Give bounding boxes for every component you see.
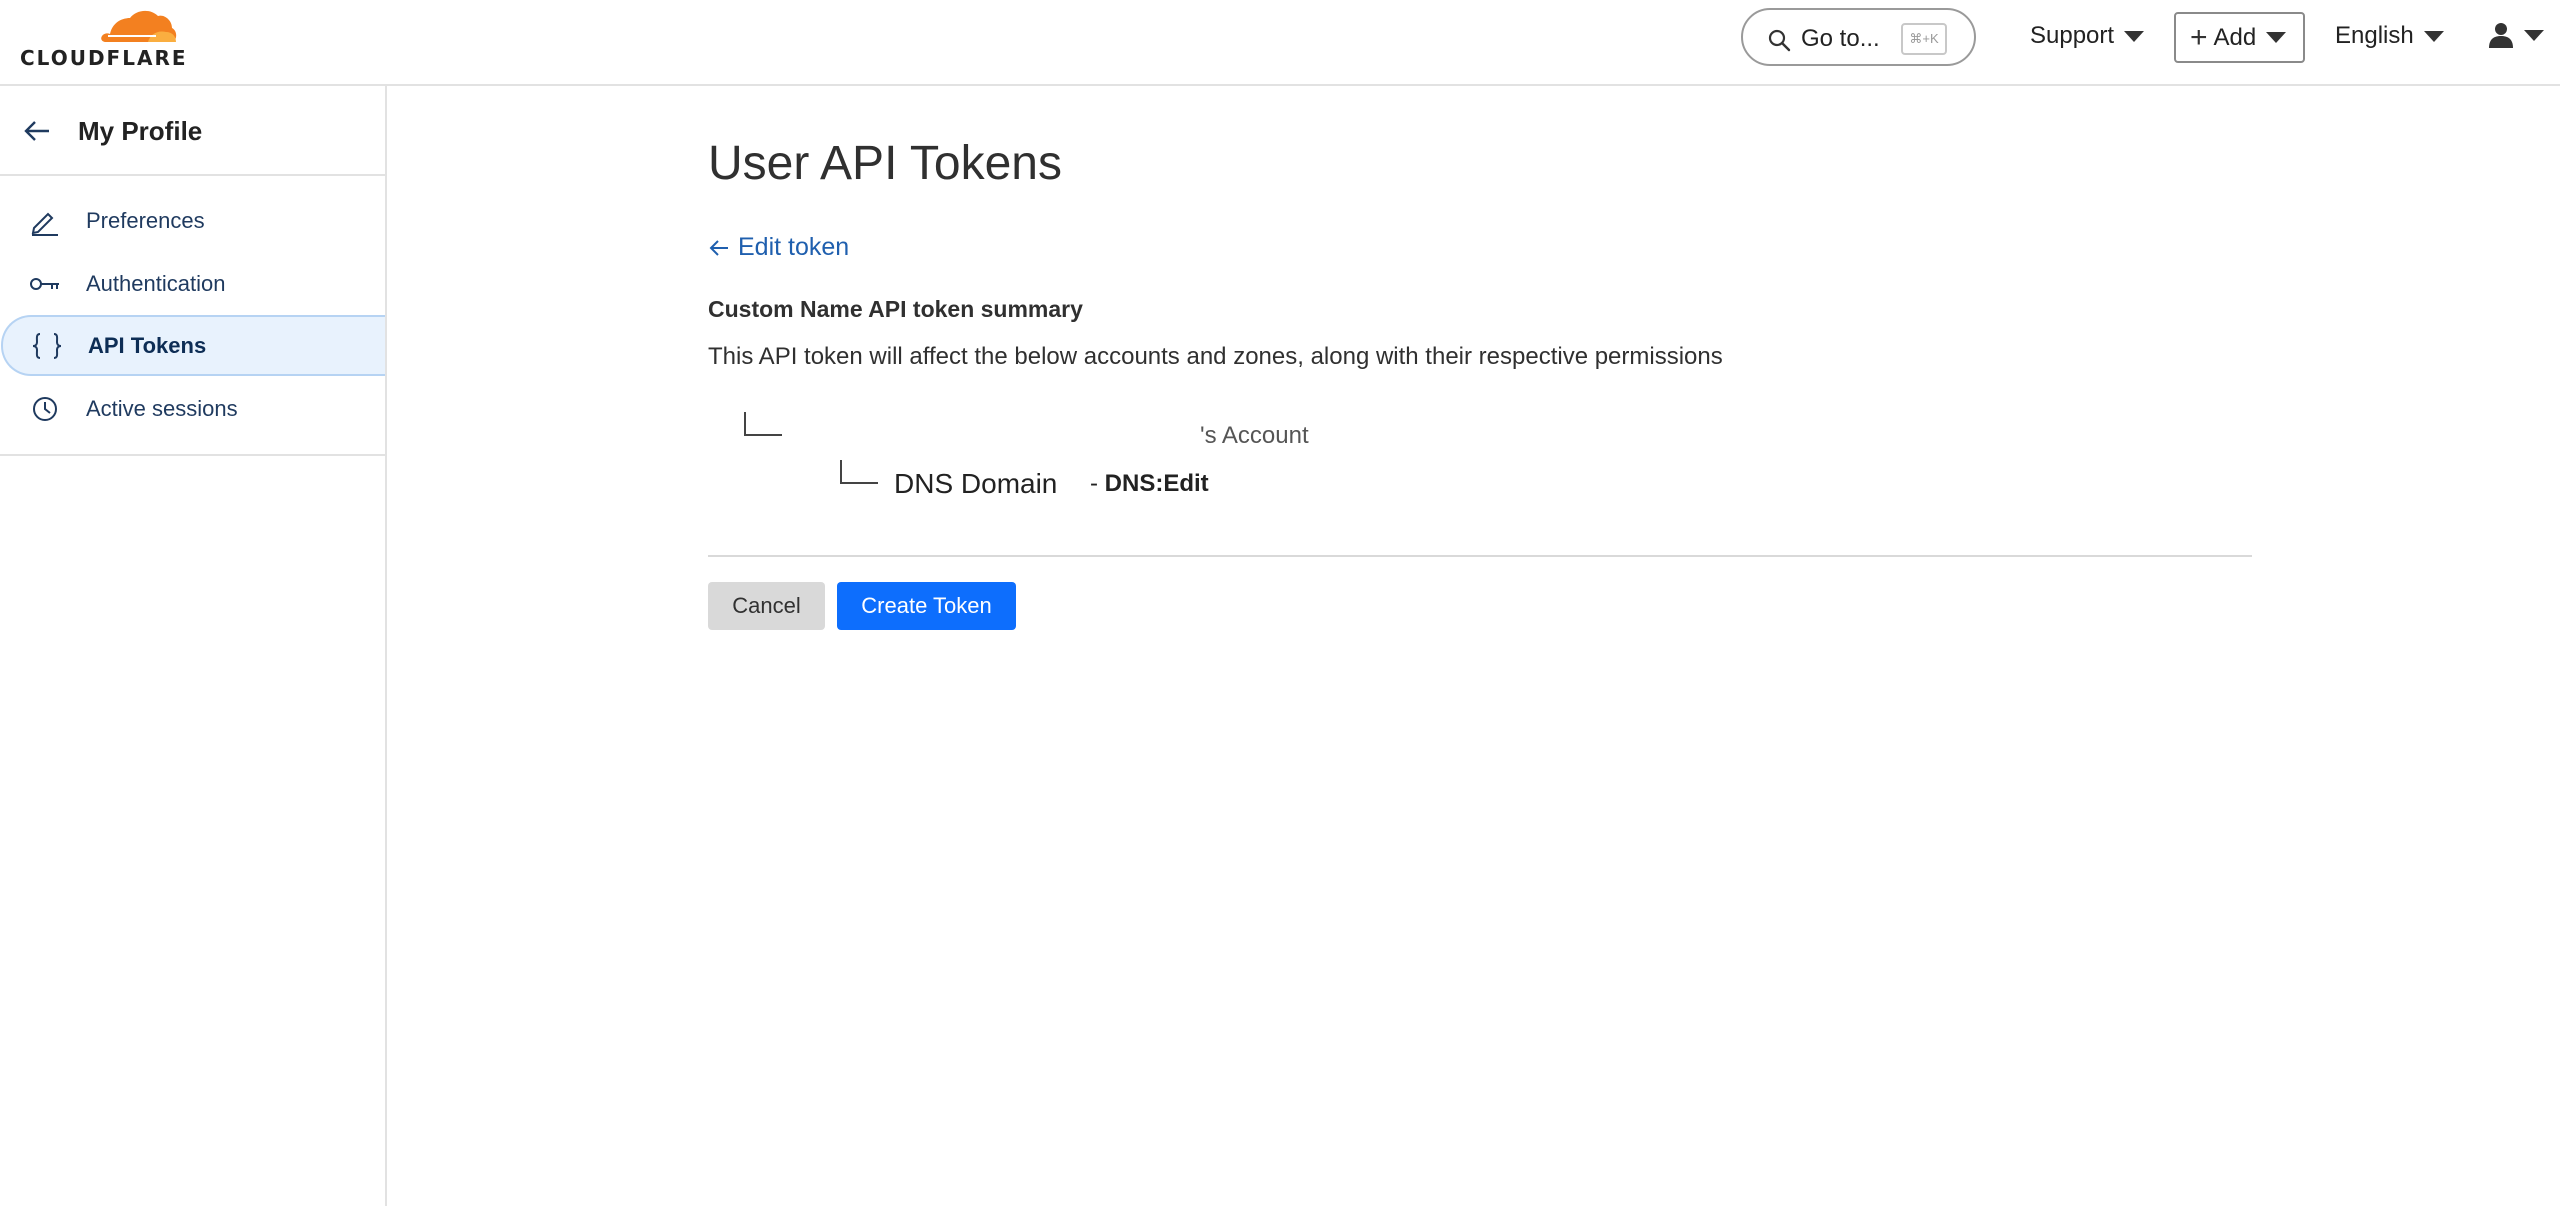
summary-description: This API token will affect the below acc… (708, 343, 1723, 370)
page-title: User API Tokens (708, 137, 1062, 190)
permission-prefix: - (1090, 470, 1105, 497)
edit-token-label: Edit token (738, 233, 850, 261)
sidebar-title: My Profile (78, 116, 203, 146)
sidebar: My Profile Preferences Authentication AP… (0, 86, 387, 1206)
sidebar-item-label: Preferences (86, 208, 205, 233)
sidebar-item-authentication[interactable]: Authentication (0, 253, 385, 314)
support-menu[interactable]: Support (2030, 22, 2145, 50)
braces-icon (32, 333, 62, 359)
language-menu[interactable]: English (2335, 22, 2444, 50)
support-label: Support (2030, 22, 2115, 49)
tree-connector-account (744, 412, 782, 436)
tree-connector-zone (840, 460, 878, 484)
permission-value: DNS:Edit (1104, 470, 1209, 497)
user-icon (2489, 23, 2513, 48)
sidebar-item-api-tokens[interactable]: API Tokens (1, 315, 385, 376)
sidebar-item-label: Authentication (86, 271, 226, 296)
top-bar: CLOUDFLARE Go to... ⌘+K Support + Add En… (0, 0, 2560, 86)
pencil-icon (31, 212, 58, 236)
cloud-icon (101, 10, 177, 42)
add-label: Add (2213, 23, 2257, 51)
goto-search-button[interactable]: Go to... ⌘+K (1741, 8, 1976, 66)
key-icon (30, 278, 59, 290)
sidebar-item-label: API Tokens (88, 333, 207, 358)
main-content: User API Tokens Edit token Custom Name A… (389, 88, 2560, 1206)
create-token-button[interactable]: Create Token (837, 582, 1016, 630)
chevron-down-icon (2124, 30, 2145, 42)
sidebar-nav: Preferences Authentication API Tokens Ac… (0, 178, 385, 456)
sidebar-header: My Profile (0, 86, 385, 176)
arrow-left-icon[interactable] (22, 116, 52, 146)
plus-icon: + (2190, 20, 2208, 54)
cancel-button[interactable]: Cancel (708, 582, 825, 630)
search-icon (1768, 29, 1791, 52)
chevron-down-icon (2524, 29, 2544, 41)
add-button[interactable]: + Add (2174, 12, 2305, 63)
chevron-down-icon (2423, 30, 2444, 42)
user-menu[interactable] (2488, 22, 2544, 48)
account-name: 's Account (1200, 422, 1309, 449)
clock-icon (33, 397, 57, 421)
goto-label: Go to... (1801, 25, 1880, 52)
zone-permission: - DNS:Edit (1090, 470, 1209, 498)
language-label: English (2335, 22, 2414, 49)
cloudflare-logo[interactable]: CLOUDFLARE (20, 6, 186, 70)
summary-title: Custom Name API token summary (708, 296, 1083, 322)
sidebar-item-label: Active sessions (86, 396, 238, 421)
zone-name: DNS Domain (894, 468, 1058, 499)
arrow-left-icon (709, 239, 728, 256)
edit-token-link[interactable]: Edit token (708, 233, 849, 262)
chevron-down-icon (2266, 32, 2287, 43)
sidebar-item-active-sessions[interactable]: Active sessions (0, 378, 385, 439)
keyboard-shortcut-badge: ⌘+K (1901, 23, 1947, 55)
sidebar-item-preferences[interactable]: Preferences (0, 190, 385, 251)
logo-text: CLOUDFLARE (20, 46, 188, 70)
divider (708, 555, 2252, 557)
